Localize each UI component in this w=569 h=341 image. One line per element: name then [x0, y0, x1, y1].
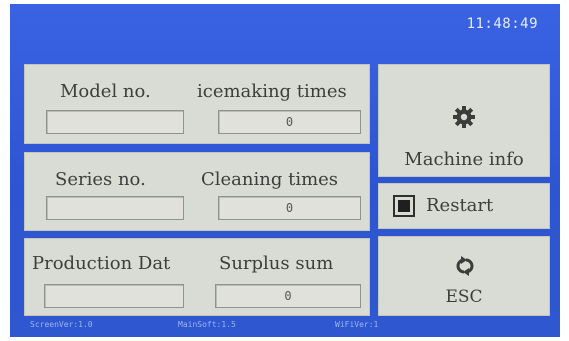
surplus-sum-label: Surplus sum: [219, 253, 334, 274]
clock: 11:48:49: [466, 16, 538, 32]
restart-button[interactable]: Restart: [378, 183, 550, 229]
cleaning-times-label: Cleaning times: [201, 169, 339, 190]
stop-square-icon: [393, 195, 415, 217]
icemaking-times-field[interactable]: 0: [218, 110, 361, 134]
model-no-label: Model no.: [60, 81, 151, 102]
screen-version-text: ScreenVer:1.0: [30, 320, 93, 329]
main-soft-version-text: MainSoft:1.5: [178, 320, 236, 329]
series-no-label: Series no.: [55, 169, 146, 190]
restart-label: Restart: [426, 195, 494, 216]
esc-label: ESC: [445, 287, 483, 307]
production-surplus-panel: Production Dat Surplus sum 0: [24, 238, 370, 316]
esc-button[interactable]: ESC: [378, 236, 550, 316]
machine-info-label: Machine info: [404, 149, 524, 170]
production-date-label: Production Dat: [32, 253, 171, 274]
production-date-field[interactable]: [44, 284, 184, 308]
series-no-field[interactable]: [46, 196, 184, 220]
machine-info-button[interactable]: Machine info: [378, 64, 550, 177]
surplus-sum-field[interactable]: 0: [215, 284, 361, 308]
series-cleaning-panel: Series no. Cleaning times 0: [24, 152, 370, 231]
cleaning-times-field[interactable]: 0: [218, 196, 361, 220]
icemaking-times-label: icemaking times: [197, 81, 347, 102]
model-no-field[interactable]: [46, 110, 184, 134]
model-icemaking-panel: Model no. icemaking times 0: [24, 64, 370, 144]
wifi-version-text: WiFiVer:1: [335, 320, 379, 329]
refresh-arrows-icon: [452, 255, 478, 277]
gear-icon: [452, 105, 476, 129]
hmi-screen: 11:48:49 Model no. icemaking times 0 Ser…: [10, 4, 560, 337]
